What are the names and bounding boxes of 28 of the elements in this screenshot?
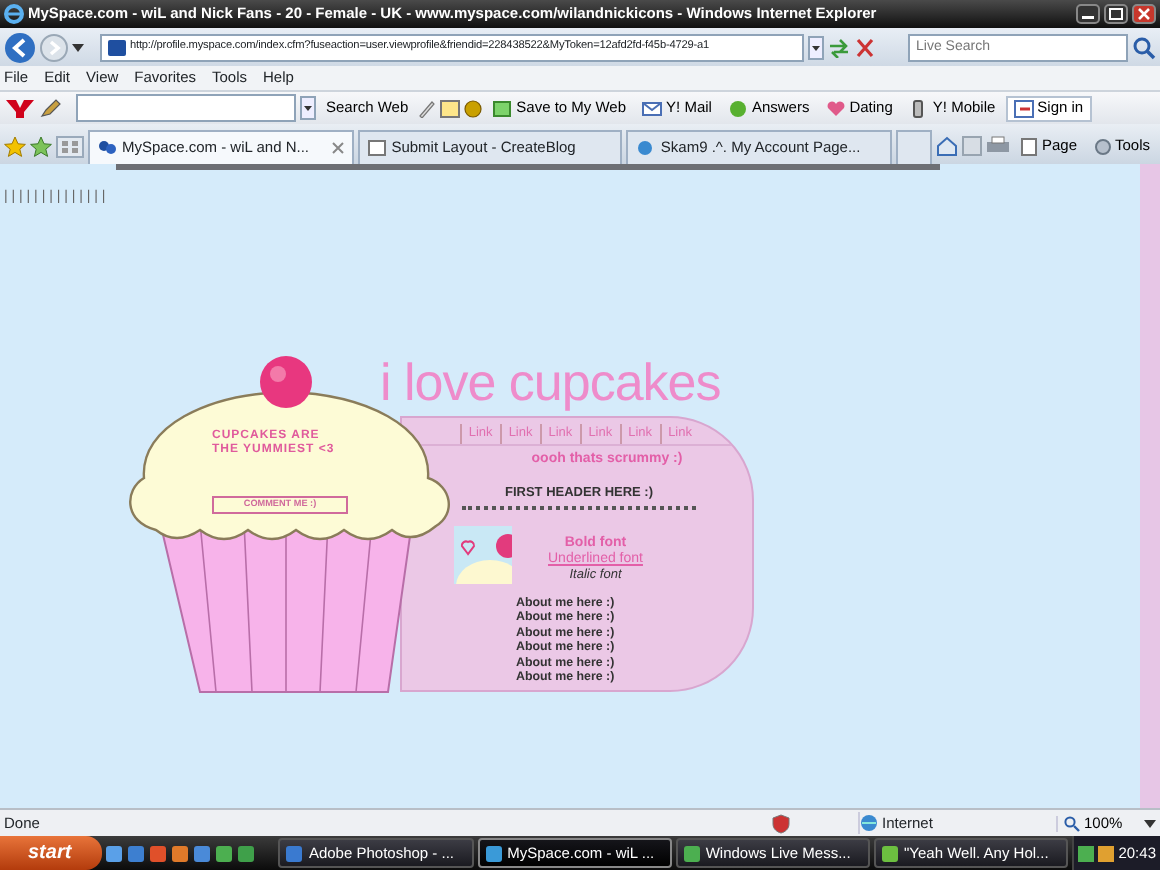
- dropdown-icon[interactable]: [808, 35, 824, 59]
- magnifier-icon: [1064, 815, 1080, 831]
- close-icon[interactable]: [1132, 4, 1156, 24]
- page-title: i love cupcakes: [380, 356, 721, 408]
- stop-icon[interactable]: [854, 37, 876, 57]
- star-icon[interactable]: [4, 135, 26, 157]
- caret-icon[interactable]: [72, 43, 84, 51]
- cupcake-thumbnail: [454, 526, 512, 584]
- heart-icon: [825, 99, 846, 117]
- pencil-icon[interactable]: [40, 98, 64, 118]
- door-icon: [1013, 99, 1034, 117]
- add-star-icon[interactable]: [30, 135, 52, 157]
- minimize-icon[interactable]: [1076, 4, 1100, 24]
- toolbar-search-field[interactable]: [76, 94, 296, 122]
- search-icon[interactable]: [1132, 35, 1156, 59]
- home-icon[interactable]: [935, 136, 958, 156]
- dropdown-icon[interactable]: [300, 96, 316, 120]
- caret-icon[interactable]: [1144, 819, 1156, 827]
- highlight-icon[interactable]: [440, 99, 461, 117]
- printer-icon[interactable]: [985, 136, 1010, 156]
- note-icon: [492, 99, 513, 117]
- start-button[interactable]: start: [0, 836, 103, 870]
- maximize-icon[interactable]: [1104, 4, 1128, 24]
- y-logo-icon[interactable]: [4, 96, 36, 120]
- back-icon[interactable]: [4, 31, 36, 63]
- eraser-icon[interactable]: [418, 99, 437, 117]
- shield-icon[interactable]: [772, 813, 790, 833]
- envelope-icon: [642, 99, 663, 117]
